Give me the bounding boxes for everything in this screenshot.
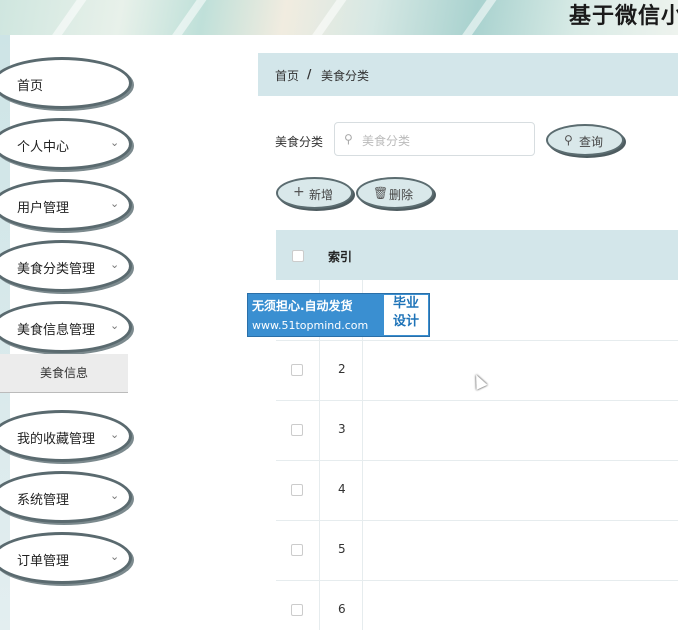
- search-placeholder: 美食分类: [362, 134, 411, 148]
- sidebar-item-label: 用户管理: [17, 201, 70, 216]
- sidebar-item-label: 美食信息管理: [17, 323, 96, 338]
- sidebar-item-food-info-management[interactable]: 美食信息管理 ⌄: [0, 301, 132, 353]
- sidebar-item-label: 我的收藏管理: [17, 432, 96, 447]
- sidebar-item-label: 首页: [17, 79, 44, 94]
- banner-decoration: [160, 0, 208, 35]
- breadcrumb-current: 美食分类: [321, 69, 370, 83]
- delete-button[interactable]: 🗑 删除: [356, 177, 434, 209]
- row-index: 5: [338, 542, 346, 556]
- plus-icon: +: [293, 184, 305, 200]
- add-button[interactable]: + 新增: [276, 177, 353, 209]
- chevron-down-icon: ⌄: [110, 489, 120, 502]
- search-input[interactable]: ⚲ 美食分类: [334, 122, 535, 156]
- banner-decoration: [300, 0, 348, 35]
- sidebar-item-personal-center[interactable]: 个人中心 ⌄: [0, 118, 132, 170]
- watermark-url: www.51topmind.com: [252, 319, 369, 332]
- breadcrumb-separator: /: [307, 67, 312, 81]
- sidebar: 首页 个人中心 ⌄ 用户管理 ⌄ 美食分类管理 ⌄ 美食信息管理 ⌄ 美食信息 …: [0, 35, 142, 630]
- watermark-badge: 毕业 设计: [384, 295, 428, 335]
- search-icon: ⚲: [344, 132, 353, 146]
- chevron-down-icon: ⌄: [110, 428, 120, 441]
- add-button-label: 新增: [309, 188, 334, 202]
- sidebar-subitem-food-info[interactable]: 美食信息: [0, 354, 128, 393]
- banner-decoration: [450, 0, 498, 35]
- data-table: 索引 1 2 3 4 5 6: [276, 230, 678, 630]
- row-checkbox[interactable]: [291, 424, 303, 436]
- sidebar-item-label: 系统管理: [17, 493, 70, 508]
- trash-icon: 🗑: [373, 186, 389, 200]
- table-row[interactable]: 2: [276, 340, 678, 401]
- banner-decoration: [40, 0, 88, 35]
- sidebar-item-system-management[interactable]: 系统管理 ⌄: [0, 471, 132, 523]
- row-checkbox[interactable]: [291, 544, 303, 556]
- watermark-banner: 无须担心.自动发货 www.51topmind.com 毕业 设计: [247, 293, 430, 337]
- sidebar-item-home[interactable]: 首页: [0, 57, 132, 109]
- sidebar-item-favorites-management[interactable]: 我的收藏管理 ⌄: [0, 410, 132, 462]
- table-row[interactable]: 6: [276, 580, 678, 630]
- search-label: 美食分类: [275, 135, 324, 149]
- chevron-down-icon: ⌄: [110, 136, 120, 149]
- watermark-text: 无须担心.自动发货: [252, 299, 353, 313]
- query-button-label: 查询: [579, 135, 604, 149]
- chevron-down-icon: ⌄: [110, 550, 120, 563]
- sidebar-item-label: 美食分类管理: [17, 262, 96, 277]
- watermark-badge-line: 设计: [392, 314, 419, 329]
- sidebar-item-label: 订单管理: [17, 554, 70, 569]
- delete-button-label: 删除: [389, 188, 414, 202]
- row-index: 4: [338, 482, 346, 496]
- app-title: 基于微信小: [568, 4, 678, 29]
- row-checkbox[interactable]: [291, 364, 303, 376]
- sidebar-item-food-category-management[interactable]: 美食分类管理 ⌄: [0, 240, 132, 292]
- row-index: 2: [338, 362, 346, 376]
- sidebar-item-label: 个人中心: [17, 140, 70, 155]
- breadcrumb-home[interactable]: 首页: [275, 67, 299, 84]
- table-row[interactable]: 5: [276, 520, 678, 581]
- sidebar-item-user-management[interactable]: 用户管理 ⌄: [0, 179, 132, 231]
- top-banner: 基于微信小: [0, 0, 678, 35]
- breadcrumb: 首页 / 美食分类: [258, 53, 678, 96]
- column-header-index: 索引: [328, 250, 353, 264]
- sidebar-item-order-management[interactable]: 订单管理 ⌄: [0, 532, 132, 584]
- table-header: 索引: [276, 230, 678, 280]
- select-all-checkbox[interactable]: [292, 250, 304, 262]
- chevron-down-icon: ⌄: [110, 258, 120, 271]
- table-row[interactable]: 3: [276, 400, 678, 461]
- row-checkbox[interactable]: [291, 484, 303, 496]
- row-checkbox[interactable]: [291, 604, 303, 616]
- query-button[interactable]: ⚲ 查询: [546, 124, 624, 156]
- row-index: 6: [338, 602, 346, 616]
- table-row[interactable]: 4: [276, 460, 678, 521]
- row-index: 3: [338, 422, 346, 436]
- chevron-down-icon: ⌄: [110, 197, 120, 210]
- watermark-badge-line: 毕业: [392, 296, 419, 311]
- chevron-down-icon: ⌄: [110, 319, 120, 332]
- search-icon: ⚲: [564, 133, 573, 147]
